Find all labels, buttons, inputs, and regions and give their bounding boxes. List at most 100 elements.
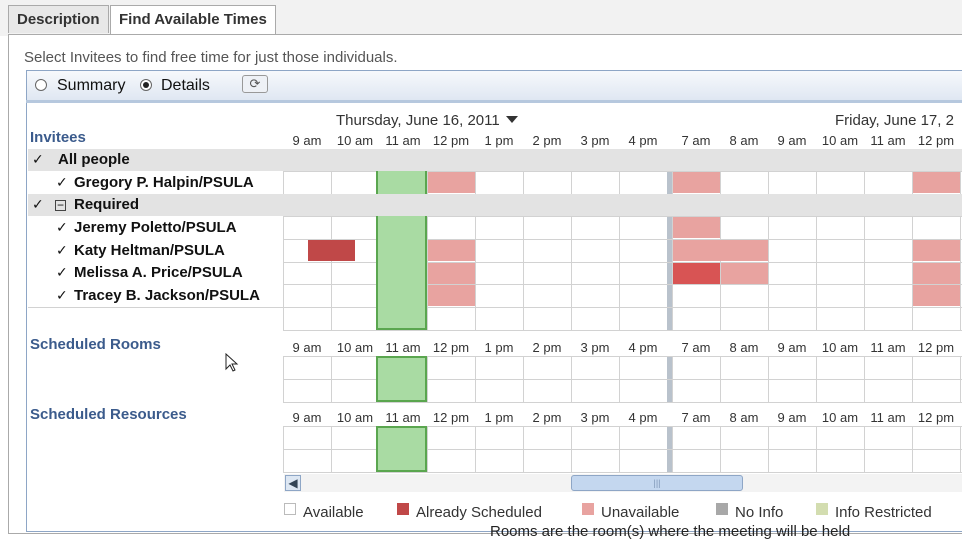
hour-label: 11 am <box>385 410 421 425</box>
hour-label: 4 pm <box>628 340 658 355</box>
hour-label: 11 am <box>385 340 421 355</box>
busy-block <box>673 240 768 261</box>
busy-block <box>428 172 475 193</box>
hour-label: 3 pm <box>580 340 610 355</box>
scroll-left-icon[interactable]: ◀ <box>285 475 301 491</box>
available-time-slot[interactable] <box>376 150 427 330</box>
section-scheduled-rooms: Scheduled Rooms <box>30 336 161 353</box>
hour-label: 10 am <box>821 340 859 355</box>
checkbox-katy[interactable]: ✓ <box>56 243 69 257</box>
hour-label: 7 am <box>681 133 711 148</box>
details-radio[interactable] <box>140 79 152 91</box>
grid-column-line <box>816 150 817 330</box>
hour-label: 9 am <box>292 410 322 425</box>
hour-label: 8 am <box>729 133 759 148</box>
details-label[interactable]: Details <box>161 77 210 95</box>
legend-no-info-swatch <box>716 503 728 515</box>
checkbox-tracey[interactable]: ✓ <box>56 288 69 302</box>
busy-block <box>913 263 960 284</box>
legend-info-restricted-swatch <box>816 503 828 515</box>
hour-label: 10 am <box>336 340 374 355</box>
invitee-gregory-halpin[interactable]: Gregory P. Halpin/PSULA <box>74 174 254 191</box>
hour-label: 2 pm <box>532 340 562 355</box>
hour-label: 11 am <box>870 340 906 355</box>
invitee-tracey-jackson[interactable]: Tracey B. Jackson/PSULA <box>74 287 260 304</box>
row-all-people-bg <box>28 149 962 171</box>
tab-bar: Description Find Available Times <box>0 0 962 36</box>
hour-label: 8 am <box>729 410 759 425</box>
checkbox-jeremy[interactable]: ✓ <box>56 220 69 234</box>
busy-block <box>721 263 768 284</box>
grid-column-line <box>475 150 476 330</box>
tab-description[interactable]: Description <box>8 5 109 33</box>
hour-label: 9 am <box>777 340 807 355</box>
invitee-all-people[interactable]: All people <box>58 151 130 168</box>
day-label: Thursday, June 16, 2011 <box>336 112 500 129</box>
tab-find-available-times[interactable]: Find Available Times <box>110 5 276 36</box>
hour-label: 11 am <box>870 410 906 425</box>
legend-available: Available <box>303 504 364 521</box>
legend-info-restricted: Info Restricted <box>835 504 932 521</box>
day-header-thursday[interactable]: Thursday, June 16, 2011 <box>336 112 518 129</box>
section-invitees: Invitees <box>30 129 86 146</box>
invitee-melissa-price[interactable]: Melissa A. Price/PSULA <box>74 264 243 281</box>
day-header-friday: Friday, June 17, 2 <box>835 112 954 129</box>
hour-label: 10 am <box>336 410 374 425</box>
hour-label: 3 pm <box>580 133 610 148</box>
checkbox-melissa[interactable]: ✓ <box>56 265 69 279</box>
hour-label: 10 am <box>336 133 374 148</box>
hour-label: 2 pm <box>532 410 562 425</box>
grid-row-line <box>283 330 962 331</box>
day-separator <box>667 150 672 330</box>
refresh-icon[interactable]: ⟳ <box>242 75 268 93</box>
busy-block <box>673 172 720 193</box>
hour-label: 11 am <box>385 133 421 148</box>
grid-row-line <box>283 402 962 403</box>
hour-label: 1 pm <box>484 340 514 355</box>
checkbox-gregory[interactable]: ✓ <box>56 175 69 189</box>
legend-no-info: No Info <box>735 504 784 521</box>
collapse-required-icon[interactable]: − <box>55 199 66 211</box>
chevron-down-icon[interactable] <box>505 116 518 123</box>
hour-label: 10 am <box>821 133 859 148</box>
hour-label: 1 pm <box>484 410 514 425</box>
hour-label: 12 pm <box>917 340 955 355</box>
hour-label: 12 pm <box>917 410 955 425</box>
legend-already-scheduled: Already Scheduled <box>416 504 542 521</box>
checkbox-all-people[interactable]: ✓ <box>32 152 45 166</box>
hour-label: 10 am <box>821 410 859 425</box>
checkbox-required[interactable]: ✓ <box>32 197 45 211</box>
invitee-katy-heltman[interactable]: Katy Heltman/PSULA <box>74 242 225 259</box>
invitee-required[interactable]: Required <box>74 196 139 213</box>
summary-label[interactable]: Summary <box>57 77 125 95</box>
busy-block <box>428 263 475 284</box>
summary-radio[interactable] <box>35 79 47 91</box>
busy-block <box>428 285 475 306</box>
hour-label: 8 am <box>729 340 759 355</box>
legend-already-scheduled-swatch <box>397 503 409 515</box>
legend-unavailable-swatch <box>582 503 594 515</box>
section-scheduled-resources: Scheduled Resources <box>30 406 187 423</box>
hour-label: 9 am <box>777 133 807 148</box>
view-toolbar: Summary Details ⟳ <box>26 70 962 100</box>
busy-block <box>673 263 720 284</box>
hour-label: 3 pm <box>580 410 610 425</box>
grid-column-line <box>283 150 284 330</box>
hour-label: 11 am <box>870 133 906 148</box>
hour-label: 12 pm <box>432 340 470 355</box>
grid-column-line <box>768 150 769 330</box>
grid-column-line <box>619 150 620 330</box>
invitee-jeremy-poletto[interactable]: Jeremy Poletto/PSULA <box>74 219 237 236</box>
grid-row-line <box>28 307 283 308</box>
available-time-slot[interactable] <box>376 426 427 472</box>
toolbar-divider <box>26 100 962 103</box>
hour-label: 7 am <box>681 340 711 355</box>
hour-label: 4 pm <box>628 133 658 148</box>
grid-row-line <box>283 472 962 473</box>
instruction-text: Select Invitees to find free time for ju… <box>24 49 398 66</box>
hour-label: 7 am <box>681 410 711 425</box>
grid-column-line <box>523 150 524 330</box>
hour-label: 9 am <box>292 340 322 355</box>
scroll-thumb[interactable]: ||| <box>571 475 743 491</box>
available-time-slot[interactable] <box>376 356 427 402</box>
